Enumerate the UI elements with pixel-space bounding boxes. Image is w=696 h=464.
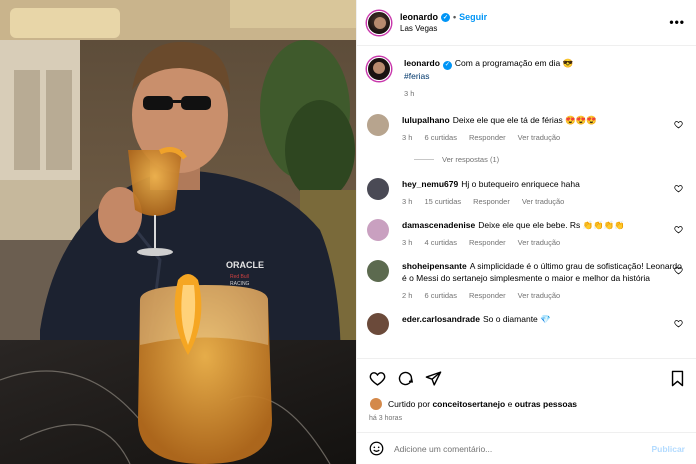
share-paper-plane-icon[interactable] <box>425 370 442 387</box>
replies-divider <box>414 158 434 160</box>
comment-username[interactable]: eder.carlosandrade <box>402 314 480 324</box>
comment-item: shoheipensante A simplicidade é o último … <box>367 259 687 302</box>
comment-username[interactable]: shoheipensante <box>402 261 467 271</box>
svg-text:Red Bull: Red Bull <box>230 274 249 280</box>
comment-username[interactable]: damascenadenise <box>402 220 475 230</box>
separator-dot: • <box>453 12 457 22</box>
comment-text: Hj o butequeiro enriquece haha <box>461 178 580 189</box>
comment-time: 3 h <box>402 196 413 206</box>
verified-badge-icon: ✓ <box>441 12 451 22</box>
caption-avatar[interactable] <box>367 57 391 81</box>
liked-by-conj: e <box>507 399 513 409</box>
translate-button[interactable]: Ver tradução <box>522 196 565 208</box>
comment-item: lulupalhano Deixe ele que ele tá de féria… <box>367 113 687 144</box>
comments-list[interactable]: leonardo ✓ Com a programação em dia 😎 #fer… <box>357 47 696 357</box>
heart-icon[interactable] <box>674 266 683 275</box>
heart-icon[interactable] <box>674 319 683 328</box>
translate-button[interactable]: Ver tradução <box>518 290 561 302</box>
post-caption: leonardo ✓ Com a programação em dia 😎 #fer… <box>367 57 687 100</box>
post-header: leonardo ✓ • Seguir Las Vegas ••• <box>357 0 696 46</box>
comment-username[interactable]: hey_nemu679 <box>402 179 458 189</box>
emoji-icon[interactable] <box>369 441 384 456</box>
comment-likes[interactable]: 6 curtidas <box>424 132 457 144</box>
comment-time: 2 h <box>402 290 413 300</box>
heart-icon[interactable] <box>674 184 683 193</box>
post-location[interactable]: Las Vegas <box>400 24 487 33</box>
comment-item: hey_nemu679 Hj o butequeiro enriquece hah… <box>367 177 687 208</box>
view-replies-button[interactable]: Ver respostas (1) <box>414 155 687 164</box>
comment-time: 3 h <box>402 237 413 247</box>
like-heart-icon[interactable] <box>369 370 386 387</box>
author-username[interactable]: leonardo <box>400 12 438 22</box>
more-options-icon[interactable]: ••• <box>669 15 685 29</box>
publish-button[interactable]: Publicar <box>651 444 685 454</box>
reply-button[interactable]: Responder <box>469 237 506 249</box>
reply-button[interactable]: Responder <box>473 196 510 208</box>
translate-button[interactable]: Ver tradução <box>518 237 561 249</box>
follow-button[interactable]: Seguir <box>459 12 487 22</box>
liked-by: Curtido por conceitosertanejo e outras p… <box>369 397 685 411</box>
bookmark-icon[interactable] <box>670 370 685 387</box>
liked-by-prefix: Curtido por <box>388 399 431 409</box>
post-actions: Curtido por conceitosertanejo e outras p… <box>357 358 696 430</box>
svg-text:ORACLE: ORACLE <box>226 260 264 270</box>
comment-avatar[interactable] <box>367 218 389 241</box>
view-replies-label: Ver respostas (1) <box>442 154 500 164</box>
author-avatar[interactable] <box>367 10 391 35</box>
heart-icon[interactable] <box>674 120 683 129</box>
comment-avatar[interactable] <box>367 113 389 136</box>
caption-username[interactable]: leonardo <box>404 58 440 68</box>
comment-item: damascenadenise Deixe ele que ele bebe. R… <box>367 218 687 249</box>
comment-text: Deixe ele que ele bebe. Rs 👏👏👏👏 <box>478 219 625 230</box>
reply-button[interactable]: Responder <box>469 132 506 144</box>
liker-username[interactable]: conceitosertanejo <box>432 399 505 409</box>
caption-time: 3 h <box>404 88 415 98</box>
comment-bubble-icon[interactable] <box>397 370 414 387</box>
translate-button[interactable]: Ver tradução <box>518 132 561 144</box>
liker-avatar[interactable] <box>369 397 383 411</box>
comment-avatar[interactable] <box>367 177 389 200</box>
comment-username[interactable]: lulupalhano <box>402 115 450 125</box>
caption-text: Com a programação em dia 😎 <box>454 58 574 68</box>
post-photo-illustration: ORACLE Red Bull RACING <box>0 0 356 464</box>
comment-text: So o diamante 💎 <box>482 313 551 324</box>
comment-likes[interactable]: 15 curtidas <box>424 196 461 208</box>
comment-text: Deixe ele que ele tá de férias 😍😍😍 <box>452 114 597 125</box>
caption-hashtag[interactable]: #ferias <box>404 70 684 82</box>
other-likers-link[interactable]: outras pessoas <box>515 399 577 409</box>
comment-input[interactable] <box>394 443 642 454</box>
comment-composer: Publicar <box>357 432 696 464</box>
comment-avatar[interactable] <box>367 312 389 335</box>
comment-likes[interactable]: 6 curtidas <box>424 290 457 302</box>
heart-icon[interactable] <box>674 225 683 234</box>
comment-avatar[interactable] <box>367 259 389 282</box>
comment-time: 3 h <box>402 132 413 142</box>
comment-likes[interactable]: 4 curtidas <box>424 237 457 249</box>
reply-button[interactable]: Responder <box>469 290 506 302</box>
post-age: há 3 horas <box>369 415 403 422</box>
post-sidebar: leonardo ✓ • Seguir Las Vegas ••• leonar… <box>356 0 696 464</box>
verified-badge-icon: ✓ <box>442 60 452 70</box>
comment-item: eder.carlosandrade So o diamante 💎 <box>367 312 687 335</box>
post-photo[interactable]: ORACLE Red Bull RACING <box>0 0 356 464</box>
